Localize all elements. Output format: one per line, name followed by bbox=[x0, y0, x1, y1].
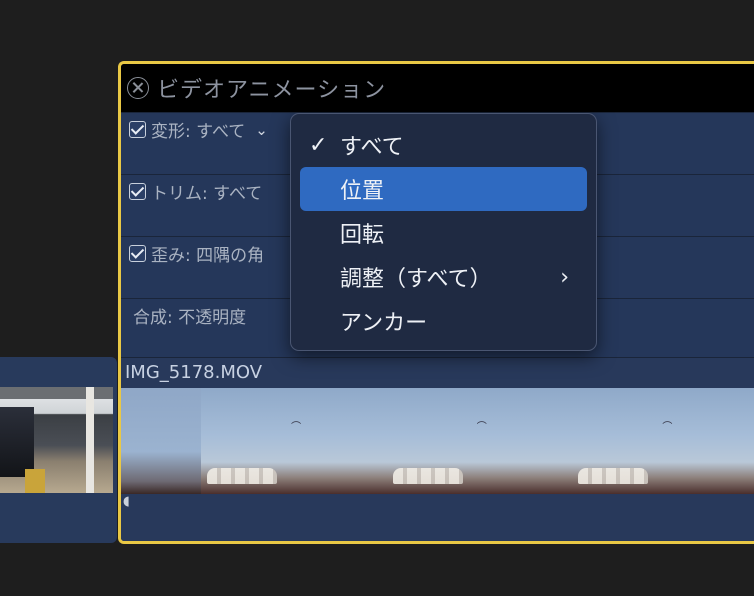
distort-checkbox[interactable] bbox=[129, 245, 146, 262]
audio-marker-icon: ◖ bbox=[123, 494, 130, 509]
filmstrip-frame: ⌒ bbox=[386, 388, 573, 494]
row-label-wrap: 変形: すべて ⌄ bbox=[129, 117, 268, 142]
adjacent-clip[interactable] bbox=[0, 357, 117, 543]
menu-item-label: 回転 bbox=[340, 223, 385, 248]
menu-item-rotation[interactable]: 回転 bbox=[300, 211, 587, 255]
menu-item-label: 調整（すべて） bbox=[340, 267, 492, 292]
adjacent-clip-thumbnail bbox=[0, 387, 113, 493]
menu-item-label: 位置 bbox=[340, 179, 385, 204]
menu-item-anchor[interactable]: アンカー bbox=[300, 299, 587, 343]
clip-name: IMG_5178.MOV bbox=[125, 362, 263, 383]
bird-icon: ⌒ bbox=[291, 422, 302, 433]
trim-checkbox[interactable] bbox=[129, 183, 146, 200]
panel-title: ビデオアニメーション bbox=[157, 78, 387, 103]
tents bbox=[392, 468, 463, 484]
bird-icon: ⌒ bbox=[662, 422, 673, 433]
menu-item-position[interactable]: 位置 bbox=[300, 167, 587, 211]
menu-item-label: アンカー bbox=[340, 311, 428, 336]
clip[interactable]: IMG_5178.MOV ⌒ ⌒ ⌒ ◖ bbox=[121, 357, 754, 541]
chevron-down-icon[interactable]: ⌄ bbox=[255, 121, 268, 139]
row-label-wrap: トリム: すべて bbox=[129, 179, 262, 204]
row-label-wrap: 歪み: 四隅の角 bbox=[129, 241, 264, 266]
tents bbox=[578, 468, 649, 484]
filmstrip-frame bbox=[121, 388, 202, 494]
menu-item-all[interactable]: ✓ すべて bbox=[300, 123, 587, 167]
platform-stripe bbox=[25, 469, 45, 493]
station-roof bbox=[0, 387, 113, 399]
close-icon[interactable] bbox=[127, 77, 149, 99]
menu-item-label: すべて bbox=[340, 135, 404, 160]
compositing-label: 合成: 不透明度 bbox=[133, 308, 247, 328]
transform-popup-menu[interactable]: ✓ すべて 位置 回転 調整（すべて） › アンカー bbox=[290, 113, 597, 351]
filmstrip-frame: ⌒ bbox=[201, 388, 387, 494]
bird-icon: ⌒ bbox=[476, 422, 487, 433]
distort-label: 歪み: 四隅の角 bbox=[151, 246, 265, 266]
filmstrip: ⌒ ⌒ ⌒ bbox=[121, 388, 754, 494]
transform-checkbox[interactable] bbox=[129, 121, 146, 138]
checkmark-icon: ✓ bbox=[309, 132, 328, 158]
trim-label: トリム: すべて bbox=[151, 184, 263, 204]
tents bbox=[207, 468, 278, 484]
platform-pole bbox=[86, 387, 94, 493]
filmstrip-frame: ⌒ bbox=[572, 388, 754, 494]
menu-item-scale[interactable]: 調整（すべて） › bbox=[300, 255, 587, 299]
row-label-wrap: 合成: 不透明度 bbox=[133, 303, 246, 328]
transform-label: 変形: すべて bbox=[151, 122, 246, 142]
chevron-right-icon: › bbox=[560, 264, 569, 290]
panel-header: ビデオアニメーション bbox=[121, 64, 754, 112]
train-shape bbox=[0, 407, 34, 477]
